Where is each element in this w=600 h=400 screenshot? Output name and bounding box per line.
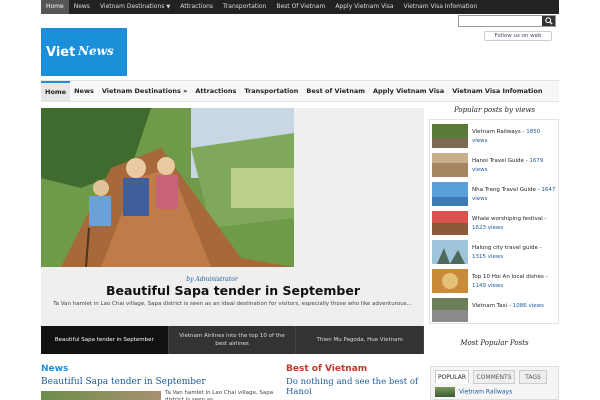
- topnav-label: Vietnam Visa Infomation: [403, 3, 478, 10]
- best-post-title[interactable]: Do nothing and see the best of Hanoi: [286, 377, 424, 397]
- topnav-destinations[interactable]: Vietnam Destinations ▼: [95, 0, 175, 14]
- list-item[interactable]: Vietnam Railways - 1850 views: [432, 124, 558, 148]
- list-item[interactable]: Vietnam Railways: [435, 387, 512, 397]
- list-item[interactable]: Vietnam Taxi - 1086 views: [432, 298, 558, 322]
- top-navbar: Home News Vietnam Destinations ▼ Attracti…: [0, 0, 600, 14]
- post-byline: by Administrator: [186, 276, 238, 283]
- tab-tags[interactable]: TAGS: [519, 370, 547, 384]
- slider-thumb[interactable]: Thien Mu Pagoda, Hue Vietnam: [296, 326, 425, 354]
- search-icon: [544, 17, 553, 25]
- follow-us-button[interactable]: Follow us on web: [484, 31, 552, 41]
- popular-views-heading: Popular posts by views: [453, 106, 536, 114]
- search-input[interactable]: [458, 15, 556, 27]
- post-thumbnail: [432, 182, 468, 206]
- most-popular-heading: Most Popular Posts: [460, 339, 529, 347]
- search-button[interactable]: [542, 16, 555, 26]
- topnav-label: Attractions: [180, 3, 214, 10]
- mainnav-apply-visa[interactable]: Apply Vietnam Visa: [369, 81, 448, 101]
- site-logo[interactable]: Viet News: [41, 28, 127, 76]
- post-title: Hanoi Travel Guide: [472, 158, 524, 164]
- post-title: Vietnam Railways: [472, 129, 521, 135]
- logo-text-italic: News: [78, 44, 114, 58]
- slide-excerpt: Ta Van hamlet in Lao Chai village, Sapa …: [53, 301, 412, 307]
- view-count: 1623 views: [472, 225, 504, 231]
- post-title: Vietnam Taxi: [472, 303, 508, 309]
- topnav-home[interactable]: Home: [41, 0, 69, 14]
- view-count: 1086 views: [512, 303, 545, 309]
- posts-tabs: POPULAR COMMENTS TAGS Vietnam Railways: [430, 366, 559, 400]
- list-item[interactable]: Nha Trang Travel Guide - 1647 views: [432, 182, 558, 206]
- view-count: 1149 views: [472, 283, 504, 289]
- featured-image[interactable]: [41, 108, 294, 267]
- post-thumbnail: [432, 298, 468, 322]
- tab-popular[interactable]: POPULAR: [435, 370, 469, 384]
- topnav-apply-visa[interactable]: Apply Vietnam Visa: [330, 0, 398, 14]
- post-thumbnail: [432, 124, 468, 148]
- topnav-label: Home: [46, 3, 64, 10]
- list-item[interactable]: Halong city travel guide - 1315 views: [432, 240, 558, 264]
- list-item[interactable]: Top 10 Hoi An local dishes - 1149 views: [432, 269, 558, 293]
- topnav-label: Transportation: [223, 3, 267, 10]
- topnav-transportation[interactable]: Transportation: [218, 0, 271, 14]
- mainnav-best-of-vietnam[interactable]: Best of Vietnam: [302, 81, 369, 101]
- popular-posts-list: Vietnam Railways - 1850 views Hanoi Trav…: [429, 119, 559, 324]
- list-item[interactable]: Hanoi Travel Guide - 1679 views: [432, 153, 558, 177]
- news-section-heading[interactable]: News: [41, 364, 68, 374]
- post-thumbnail: [435, 387, 455, 397]
- post-title: Vietnam Railways: [459, 388, 513, 396]
- post-thumbnail: [432, 211, 468, 235]
- view-count: 1315 views: [472, 254, 504, 260]
- post-title: Nha Trang Travel Guide: [472, 187, 536, 193]
- post-thumbnail: [432, 240, 468, 264]
- best-section-heading[interactable]: Best of Vietnam: [286, 364, 367, 374]
- mainnav-transportation[interactable]: Transportation: [240, 81, 302, 101]
- mainnav-news[interactable]: News: [70, 81, 98, 101]
- topnav-attractions[interactable]: Attractions: [175, 0, 218, 14]
- post-title: Top 10 Hoi An local dishes: [472, 274, 544, 280]
- mainnav-home[interactable]: Home: [41, 81, 71, 101]
- post-title: Whale worshiping festival: [472, 216, 543, 222]
- slider-thumb[interactable]: Beautiful Sapa tender in September: [41, 326, 169, 354]
- top-navbar-menu: Home News Vietnam Destinations ▼ Attracti…: [41, 0, 559, 14]
- post-thumbnail: [432, 269, 468, 293]
- news-post-thumbnail[interactable]: [41, 391, 161, 400]
- news-post-title[interactable]: Beautiful Sapa tender in September: [41, 377, 206, 387]
- mainnav-attractions[interactable]: Attractions: [191, 81, 240, 101]
- slide-title[interactable]: Beautiful Sapa tender in September: [0, 283, 466, 298]
- news-post-excerpt: Ta Van hamlet in Lao Chai village, Sapa …: [165, 390, 274, 400]
- logo-text: Viet: [46, 45, 76, 60]
- list-item[interactable]: Whale worshiping festival - 1623 views: [432, 211, 558, 235]
- post-title: Halong city travel guide: [472, 245, 538, 251]
- post-thumbnail: [432, 153, 468, 177]
- topnav-label: News: [73, 3, 90, 10]
- slider-thumbs: Beautiful Sapa tender in September Vietn…: [41, 326, 425, 354]
- tab-comments[interactable]: COMMENTS: [473, 370, 515, 384]
- topnav-label: Apply Vietnam Visa: [335, 3, 394, 10]
- main-navbar: Home News Vietnam Destinations » Attract…: [41, 80, 559, 102]
- topnav-visa-info[interactable]: Vietnam Visa Infomation: [399, 0, 483, 14]
- caret-down-icon: ▼: [166, 4, 171, 10]
- mainnav-visa-info[interactable]: Vietnam Visa Infomation: [448, 81, 546, 101]
- topnav-best-of-vietnam[interactable]: Best Of Vietnam: [271, 0, 330, 14]
- topnav-label: Vietnam Destinations: [99, 3, 165, 10]
- slider-thumb[interactable]: Vietnam Airlines into the top 10 of the …: [169, 326, 297, 354]
- topnav-news[interactable]: News: [69, 0, 95, 14]
- mainnav-destinations[interactable]: Vietnam Destinations »: [98, 81, 192, 101]
- topnav-label: Best Of Vietnam: [276, 3, 326, 10]
